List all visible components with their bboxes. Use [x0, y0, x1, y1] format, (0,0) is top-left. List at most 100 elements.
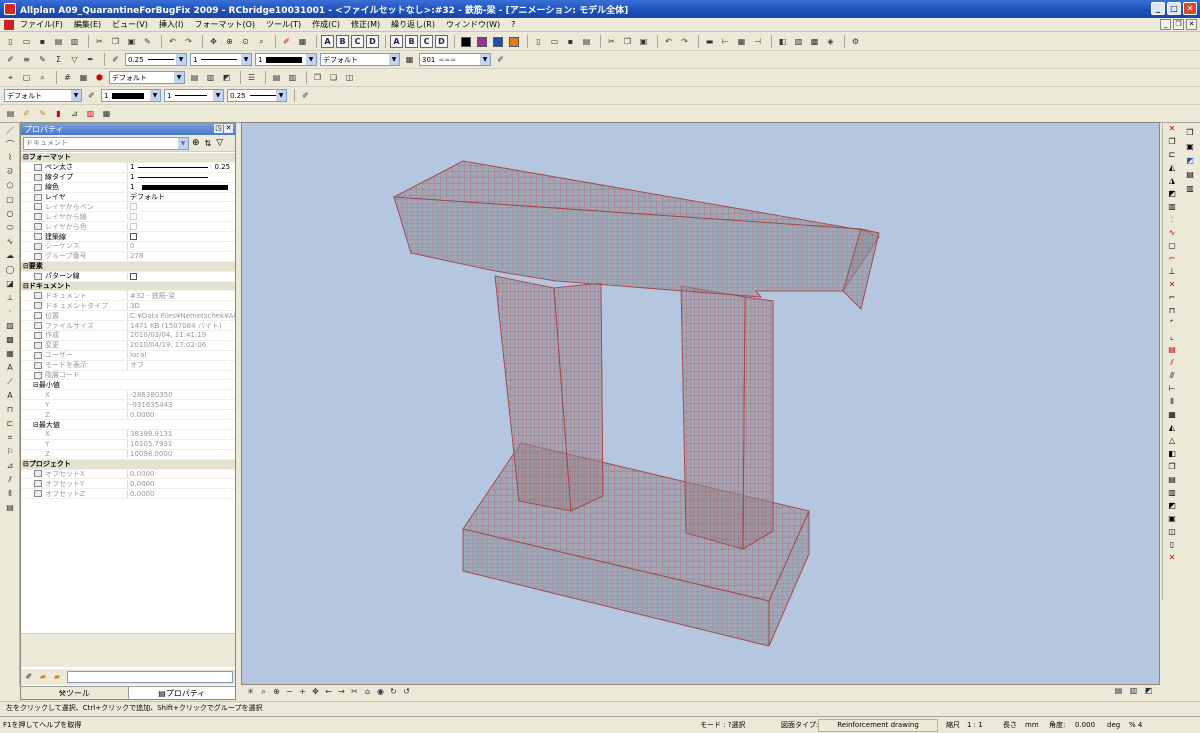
dim-style-d-button[interactable]: D — [435, 35, 448, 48]
layer-select[interactable]: デフォルト ▼ — [320, 53, 400, 66]
tab-properties[interactable]: ▤ プロパティ — [127, 687, 235, 699]
module-icon-7[interactable]: ▦ — [100, 107, 113, 120]
length-unit-field[interactable]: mm — [1022, 719, 1046, 732]
pick-attribute-icon[interactable]: ✐ — [85, 89, 98, 102]
annotation-tool-icon[interactable]: ⚐ — [3, 447, 17, 458]
circle-tool-icon[interactable]: ○ — [3, 209, 17, 220]
filter-icon[interactable]: ▽ — [216, 138, 223, 148]
fillet-icon[interactable]: ⌐ — [1166, 254, 1178, 265]
measure-icon[interactable]: ⊣ — [751, 35, 764, 48]
text-tool-icon[interactable]: A — [3, 363, 17, 374]
layer-select-3[interactable]: デフォルト ▼ — [4, 89, 82, 102]
eyedropper-icon[interactable]: ✐ — [23, 672, 35, 683]
window-cascade-icon[interactable]: ❏ — [327, 71, 340, 84]
sum-icon[interactable]: Σ — [52, 53, 65, 66]
angle-field[interactable]: 0.000 — [1072, 719, 1104, 732]
schedule-icon[interactable]: ▤ — [1166, 475, 1178, 486]
window-arrange-icon[interactable]: ❐ — [1184, 128, 1196, 140]
layer-settings-icon[interactable]: ▤ — [188, 71, 201, 84]
palette-close-button[interactable]: ✕ — [224, 124, 233, 133]
pen-thickness-select-2[interactable]: 0.25 ▼ — [227, 89, 287, 102]
zoom-out-icon[interactable]: − — [284, 687, 295, 698]
property-row[interactable]: 線タイプ 1 — [21, 173, 235, 183]
menu-insert[interactable]: 挿入(I) — [159, 19, 184, 30]
bar-distribution-icon[interactable]: ⦀ — [1166, 397, 1178, 408]
pattern-icon[interactable]: ▦ — [296, 35, 309, 48]
menu-format[interactable]: フォーマット(O) — [194, 19, 255, 30]
menu-repeat[interactable]: 繰り返し(R) — [391, 19, 435, 30]
eyedropper-icon[interactable]: ✐ — [4, 53, 17, 66]
dimension-line-tool-icon[interactable]: ⟋ — [3, 377, 17, 388]
offset-line-icon[interactable]: ⊓ — [1166, 306, 1178, 317]
text-style-a-button[interactable]: A — [321, 35, 334, 48]
delete-icon[interactable]: ✕ — [1166, 124, 1178, 135]
leader-tool-icon[interactable]: ⊏ — [3, 419, 17, 430]
cut-icon[interactable]: ✂ — [93, 35, 106, 48]
section-tool-icon[interactable]: ⊿ — [3, 461, 17, 472]
copy-icon-2[interactable]: ❐ — [621, 35, 634, 48]
maximize-button[interactable]: □ — [1167, 2, 1181, 15]
filling-tool-icon[interactable]: ▦ — [3, 349, 17, 360]
property-row[interactable]: ⊟ 最小値 — [21, 380, 235, 391]
pick-icon[interactable]: ✐ — [109, 53, 122, 66]
close-button[interactable]: ✕ — [1183, 2, 1197, 15]
dimension-icon[interactable]: ⊢ — [719, 35, 732, 48]
property-row[interactable]: ⊟ フォーマット — [21, 153, 235, 163]
refresh-icon[interactable]: ↻ — [388, 687, 399, 698]
elevation-tool-icon[interactable]: ⊓ — [3, 405, 17, 416]
line-tool-icon[interactable]: ／ — [3, 125, 17, 136]
model-viewport[interactable] — [241, 122, 1160, 685]
extend-icon[interactable]: ▢ — [1166, 241, 1178, 252]
trim-icon[interactable]: ∿ — [1166, 228, 1178, 239]
pen-thickness-select[interactable]: 0.25 ▼ — [125, 53, 187, 66]
scale-field[interactable]: 1 : 1 — [964, 719, 1000, 732]
property-checkbox[interactable] — [130, 233, 137, 241]
section-view-icon[interactable]: ◭ — [1166, 423, 1178, 434]
app-icon[interactable] — [4, 3, 16, 15]
color-swatch-purple[interactable] — [475, 35, 488, 48]
align-icon[interactable]: ≡ — [20, 53, 33, 66]
layer-select-2[interactable]: デフォルト ▼ — [109, 71, 185, 84]
spline-tool-icon[interactable]: ∿ — [3, 237, 17, 248]
text-style-b-button[interactable]: B — [336, 35, 349, 48]
save-icon[interactable]: ▪ — [36, 35, 49, 48]
drawing-type-field[interactable]: Reinforcement drawing — [818, 718, 938, 732]
break-icon[interactable]: ▤ — [1166, 345, 1178, 356]
print-icon-2[interactable]: ▤ — [580, 35, 593, 48]
palette-input[interactable] — [67, 671, 233, 683]
ellipse-tool-icon[interactable]: ⬭ — [3, 223, 17, 234]
modify-corner-icon[interactable]: ⌜ — [1166, 319, 1178, 330]
sort-icon[interactable]: ⇅ — [205, 139, 212, 148]
layout-icon[interactable]: ◩ — [1166, 501, 1178, 512]
new-file-icon-2[interactable]: ▯ — [532, 35, 545, 48]
document-open-icon[interactable]: ▥ — [286, 71, 299, 84]
grid-snap-icon[interactable]: # — [61, 71, 74, 84]
text-label-tool-icon[interactable]: A — [3, 391, 17, 402]
open-file-icon[interactable]: ▭ — [20, 35, 33, 48]
pen-thickness-icon[interactable]: ✒ — [84, 53, 97, 66]
line-type-select[interactable]: 1 ▼ — [190, 53, 252, 66]
chamfer-icon[interactable]: ⊥ — [1166, 267, 1178, 278]
intersect-icon[interactable]: ✕ — [1166, 280, 1178, 291]
palette-pin-button[interactable]: ◳ — [214, 124, 223, 133]
pattern-tool-icon[interactable]: ▩ — [3, 335, 17, 346]
redo-icon-2[interactable]: ↷ — [678, 35, 691, 48]
red-shape-icon[interactable]: ⬢ — [93, 71, 106, 84]
copy-view-icon[interactable]: ❐ — [1166, 462, 1178, 473]
folder-save-icon[interactable]: ▰ — [51, 672, 63, 683]
find-icon[interactable]: ⊕ — [192, 138, 200, 148]
line-type-select-2[interactable]: 1 ▼ — [164, 89, 224, 102]
element-info-icon[interactable]: ◫ — [1166, 527, 1178, 538]
module-icon-2[interactable]: ✐ — [20, 107, 33, 120]
mirror-icon[interactable]: ◭ — [1166, 163, 1178, 174]
copy-icon[interactable]: ❐ — [109, 35, 122, 48]
menu-create[interactable]: 作成(C) — [312, 19, 340, 30]
magnifier-icon[interactable]: ⌕ — [36, 71, 49, 84]
symbol-tool-icon[interactable]: ⌗ — [3, 433, 17, 444]
view-layout-icon[interactable]: ▤ — [1113, 686, 1124, 697]
pan-icon[interactable]: ✥ — [207, 35, 220, 48]
bar-tool-icon[interactable]: ⦀ — [3, 489, 17, 500]
document-view-icon[interactable]: ▤ — [270, 71, 283, 84]
menu-tools[interactable]: ツール(T) — [266, 19, 301, 30]
window-animate-icon[interactable]: ◩ — [1184, 156, 1196, 168]
